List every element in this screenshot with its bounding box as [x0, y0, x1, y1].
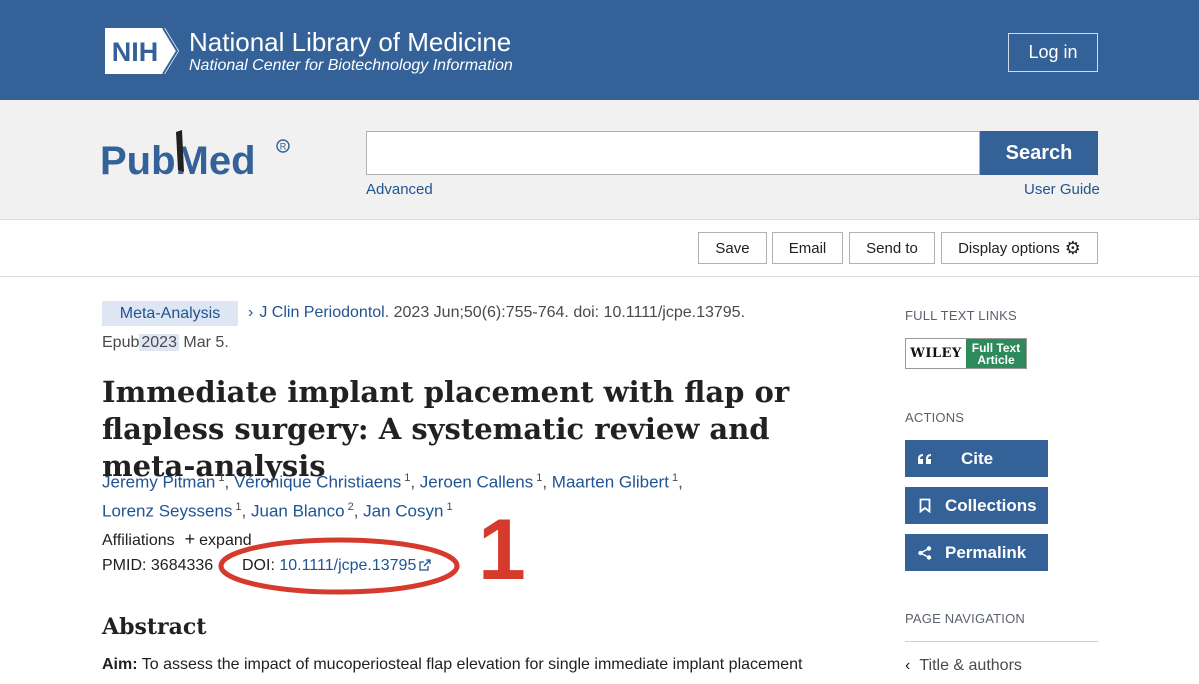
- author-affiliation-number[interactable]: 1: [404, 472, 410, 484]
- user-guide-link[interactable]: User Guide: [1024, 181, 1100, 198]
- nih-header: NIH National Library of Medicine Nationa…: [0, 0, 1199, 100]
- nih-logo-text: NIH: [112, 37, 159, 67]
- author-affiliation-number[interactable]: 1: [536, 472, 542, 484]
- collections-label: Collections: [945, 495, 1037, 515]
- author-affiliation-number[interactable]: 1: [218, 472, 224, 484]
- wiley-full-text-link[interactable]: WILEY Full Text Article: [905, 338, 1027, 369]
- pmid: PMID: 3684336: [102, 557, 214, 574]
- author-affiliation-number[interactable]: 1: [672, 472, 678, 484]
- chevron-right-icon[interactable]: ›: [248, 304, 253, 321]
- page-navigation-heading: PAGE NAVIGATION: [905, 611, 1026, 626]
- site-title[interactable]: National Library of Medicine: [189, 27, 511, 57]
- citation-details: 2023 Jun;50(6):755-764. doi: 10.1111/jcp…: [393, 304, 746, 321]
- doi: DOI: 10.1111/jcpe.13795: [242, 557, 432, 575]
- doi-link[interactable]: 10.1111/jcpe.13795: [279, 557, 432, 574]
- epub-year: 2023: [139, 334, 179, 351]
- send-to-button[interactable]: Send to: [849, 232, 935, 264]
- doi-value: 10.1111/jcpe.13795: [279, 557, 417, 574]
- plus-icon: +: [184, 529, 196, 549]
- author-link[interactable]: Jeremy Pitman: [102, 473, 215, 492]
- citation-line: › J Clin Periodontol. 2023 Jun;50(6):755-…: [248, 304, 745, 322]
- author-link[interactable]: Juan Blanco: [251, 501, 345, 520]
- wiley-full-text-label: Full Text Article: [966, 339, 1026, 368]
- author-link[interactable]: Maarten Glibert: [552, 473, 669, 492]
- gear-icon: ⚙: [1064, 238, 1081, 258]
- cite-label: Cite: [961, 448, 994, 468]
- journal-link[interactable]: J Clin Periodontol.: [259, 304, 389, 321]
- collections-button[interactable]: Collections: [905, 487, 1048, 524]
- full-text-links-heading: FULL TEXT LINKS: [905, 308, 1017, 323]
- actions-heading: ACTIONS: [905, 410, 965, 425]
- epub-line: Epub 2023 Mar 5.: [102, 334, 229, 352]
- author-link[interactable]: Lorenz Seyssens: [102, 501, 232, 520]
- article-toolbar: Save Email Send to Display options ⚙: [0, 220, 1199, 277]
- sidebar-divider: [905, 641, 1098, 642]
- cite-button[interactable]: Cite: [905, 440, 1048, 477]
- author-link[interactable]: Jan Cosyn: [363, 501, 443, 520]
- nav-title-authors-label: Title & authors: [919, 657, 1022, 674]
- search-input[interactable]: [366, 131, 980, 175]
- site-subtitle: National Center for Biotechnology Inform…: [189, 57, 513, 74]
- search-button[interactable]: Search: [980, 131, 1098, 175]
- affiliations-toggle[interactable]: Affiliations + expand: [102, 529, 252, 550]
- publication-type-badge[interactable]: Meta-Analysis: [102, 301, 238, 326]
- chevron-left-icon: ‹: [905, 657, 911, 674]
- author-affiliation-number[interactable]: 1: [235, 501, 241, 513]
- email-button[interactable]: Email: [772, 232, 843, 264]
- login-button[interactable]: Log in: [1008, 33, 1098, 72]
- author-link[interactable]: Véronique Christiaens: [234, 473, 401, 492]
- search-area: PubMed R Search Advanced User Guide: [0, 100, 1199, 220]
- nih-logo[interactable]: NIH: [103, 26, 181, 76]
- advanced-search-link[interactable]: Advanced: [366, 181, 433, 198]
- epub-suffix: Mar 5.: [183, 334, 229, 351]
- annotation-number: 1: [478, 502, 526, 598]
- save-button[interactable]: Save: [698, 232, 767, 264]
- abstract-aim: Aim: To assess the impact of mucoperiost…: [102, 656, 803, 674]
- doi-label: DOI:: [242, 557, 275, 574]
- share-icon: [905, 545, 945, 560]
- nav-title-authors[interactable]: ‹ Title & authors: [905, 657, 1022, 675]
- svg-text:R: R: [280, 142, 287, 152]
- wiley-brand: WILEY: [910, 346, 962, 361]
- affiliations-label: Affiliations: [102, 532, 175, 549]
- author-affiliation-number[interactable]: 1: [446, 501, 452, 513]
- permalink-button[interactable]: Permalink: [905, 534, 1048, 571]
- author-link[interactable]: Jeroen Callens: [420, 473, 533, 492]
- pubmed-logo[interactable]: PubMed R: [100, 124, 290, 190]
- external-link-icon: [419, 559, 432, 571]
- author-affiliation-number[interactable]: 2: [348, 501, 354, 513]
- author-list: Jeremy Pitman 1, Véronique Christiaens 1, …: [102, 472, 683, 521]
- expand-label: expand: [199, 532, 252, 549]
- display-options-button[interactable]: Display options ⚙: [941, 232, 1098, 264]
- bookmark-icon: [905, 498, 945, 513]
- permalink-label: Permalink: [945, 542, 1027, 562]
- abstract-heading: Abstract: [102, 614, 207, 640]
- epub-prefix: Epub: [102, 334, 140, 351]
- quote-icon: [905, 453, 945, 465]
- wiley-line2: Article: [977, 352, 1015, 367]
- aim-label: Aim:: [102, 656, 138, 673]
- aim-text: To assess the impact of mucoperiosteal f…: [141, 656, 803, 673]
- wiley-line1: Full Text: [971, 340, 1021, 355]
- display-options-label: Display options: [958, 239, 1060, 257]
